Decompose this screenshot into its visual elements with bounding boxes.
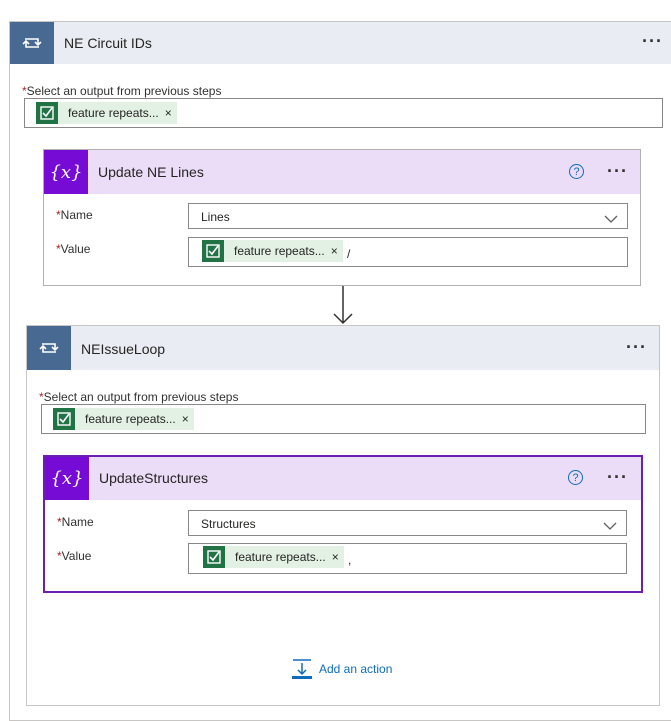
inner-select-token[interactable]: feature repeats... × [53,408,194,430]
update-ne-lines-title[interactable]: Update NE Lines [98,164,204,180]
inner-loop-title[interactable]: NEIssueLoop [81,341,165,357]
token-label: feature repeats... [85,412,176,426]
token-remove-icon[interactable]: × [182,412,194,426]
variable-icon: {x} [45,457,89,500]
name-label: *Name [56,208,93,222]
add-action-label: Add an action [319,662,393,676]
outer-select-token[interactable]: feature repeats... × [36,102,177,124]
token-remove-icon[interactable]: × [165,106,177,120]
loop-icon [27,326,71,370]
update-structures-more-icon[interactable]: ··· [607,468,628,486]
chevron-down-icon[interactable] [604,211,618,229]
outer-loop-more-icon[interactable]: ··· [642,32,663,50]
inner-loop-more-icon[interactable]: ··· [626,338,647,356]
loop-icon [10,22,54,64]
name-dropdown-value: Structures [201,517,256,531]
value-token[interactable]: feature repeats... × [203,546,344,568]
excel-forms-icon [203,546,225,568]
token-remove-icon[interactable]: × [331,244,343,258]
token-label: feature repeats... [235,550,326,564]
update-ne-lines-more-icon[interactable]: ··· [607,162,628,180]
inner-select-label: *Select an output from previous steps [39,390,239,404]
value-suffix-text: , [348,553,352,567]
name-dropdown-value: Lines [201,210,230,224]
value-suffix-text: / [347,247,351,261]
outer-select-label: *Select an output from previous steps [22,84,222,98]
value-label: *Value [57,549,92,563]
token-remove-icon[interactable]: × [332,550,344,564]
help-icon[interactable]: ? [568,470,583,485]
value-token[interactable]: feature repeats... × [202,240,343,262]
add-action-icon [291,658,313,680]
add-action-button[interactable]: Add an action [291,657,401,681]
token-label: feature repeats... [68,106,159,120]
value-label: *Value [56,242,91,256]
outer-loop-title[interactable]: NE Circuit IDs [64,35,152,51]
variable-icon: {x} [44,150,88,194]
update-structures-title[interactable]: UpdateStructures [99,470,208,486]
chevron-down-icon[interactable] [603,518,617,536]
excel-forms-icon [202,240,224,262]
excel-forms-icon [53,408,75,430]
excel-forms-icon [36,102,58,124]
help-icon[interactable]: ? [569,164,584,179]
name-dropdown[interactable] [188,203,628,229]
token-label: feature repeats... [234,244,325,258]
name-label: *Name [57,515,94,529]
